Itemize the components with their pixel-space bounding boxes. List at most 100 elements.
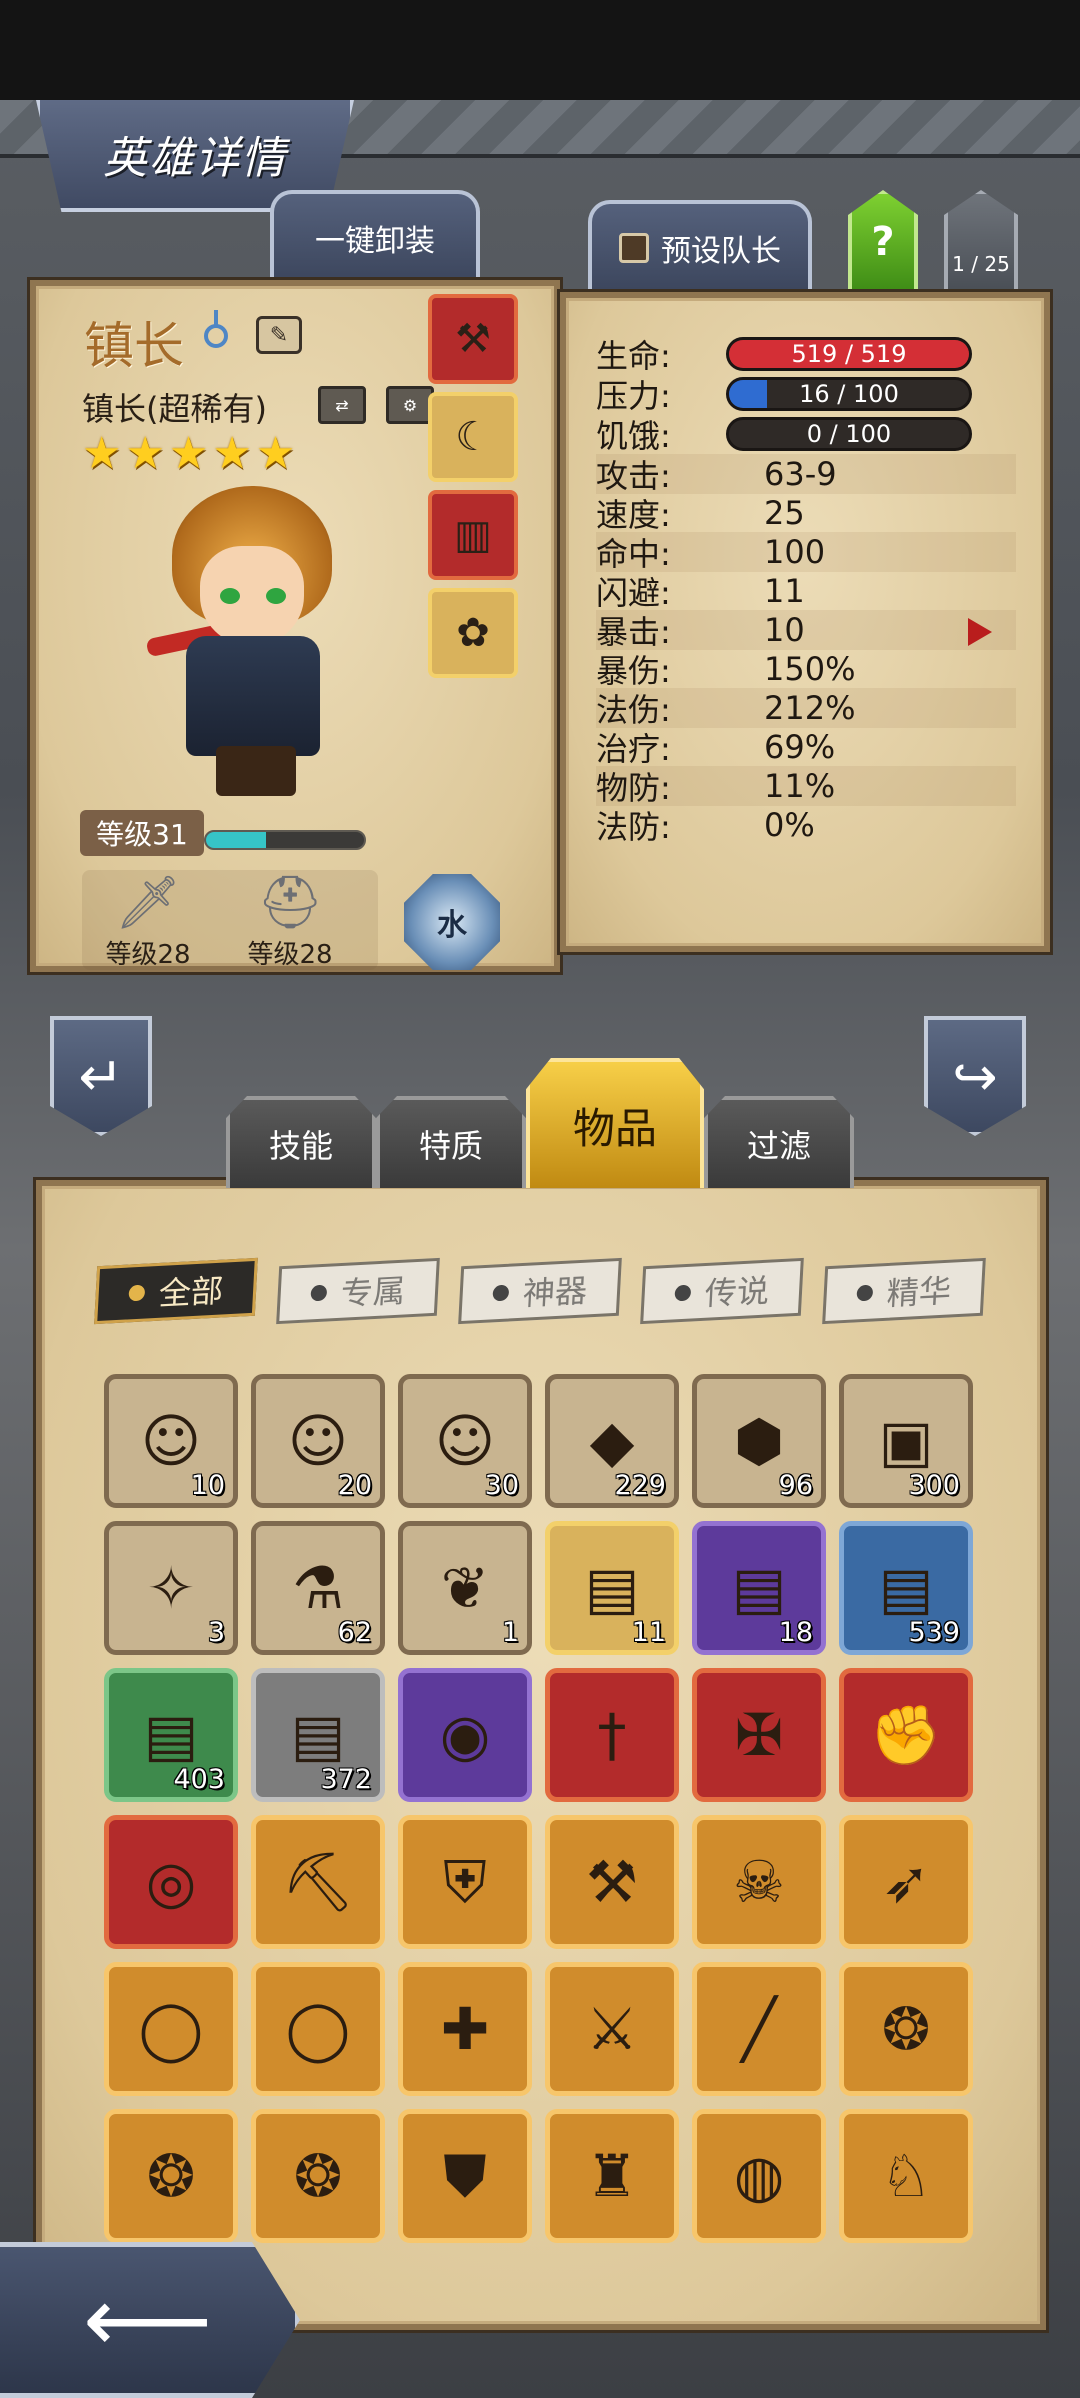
inventory-item[interactable]: ⚒ bbox=[545, 1815, 679, 1949]
inventory-item[interactable]: ⚗ 62 bbox=[251, 1521, 385, 1655]
tab-skills-label: 技能 bbox=[268, 1127, 333, 1165]
tab-traits[interactable]: 特质 bbox=[376, 1096, 526, 1188]
inventory-item[interactable]: ☠ bbox=[692, 1815, 826, 1949]
inventory-item[interactable]: ✊ bbox=[839, 1668, 973, 1802]
voodoo-doll-icon: ♘ bbox=[880, 2142, 932, 2210]
ruby-ring-icon: ◯ bbox=[138, 1995, 204, 2063]
skull-cloak-icon: ☠ bbox=[733, 1848, 785, 1916]
tab-filter-label: 过滤 bbox=[746, 1127, 811, 1165]
life-value: 519 / 519 bbox=[791, 340, 907, 368]
filter-exclusive[interactable]: 专属 bbox=[276, 1257, 440, 1325]
inventory-item[interactable]: ✠ bbox=[692, 1668, 826, 1802]
battle-axe-icon: ⚒ bbox=[586, 1848, 638, 1916]
inventory-item[interactable]: ✚ bbox=[398, 1962, 532, 2096]
filter-legend[interactable]: 传说 bbox=[640, 1257, 804, 1325]
equipment-slot[interactable]: ⚒ bbox=[428, 294, 518, 384]
tab-filter[interactable]: 过滤 bbox=[704, 1096, 854, 1188]
feather-icon: ❦ bbox=[440, 1554, 490, 1622]
inventory-item[interactable]: ◯ bbox=[104, 1962, 238, 2096]
tab-items[interactable]: 物品 bbox=[526, 1058, 704, 1188]
chest-icon: ▤ bbox=[878, 1554, 934, 1622]
unequip-all-button[interactable]: 一键卸装 bbox=[270, 190, 480, 282]
arrow-right-icon: ↪ bbox=[952, 1044, 998, 1108]
sword-icon: † bbox=[597, 1701, 627, 1769]
star-icon: ★ bbox=[212, 428, 252, 479]
inventory-item[interactable]: ⛊ bbox=[398, 2109, 532, 2243]
life-bar: 519 / 519 bbox=[726, 337, 972, 371]
inventory-item[interactable]: ❂ bbox=[839, 1962, 973, 2096]
filter-all[interactable]: 全部 bbox=[94, 1257, 258, 1325]
stat-value: 10 bbox=[764, 611, 805, 649]
filter-artifact-dot bbox=[492, 1284, 510, 1302]
gear-upgrades: 🗡 等级28 ⛑ 等级28 bbox=[82, 870, 378, 970]
male-gender-icon bbox=[204, 310, 228, 348]
class-swap-icon[interactable]: ⇄ bbox=[318, 386, 366, 424]
preset-leader-toggle[interactable]: 预设队长 bbox=[588, 200, 812, 292]
star-icon: ★ bbox=[255, 428, 296, 479]
equipment-slot[interactable]: ✿ bbox=[428, 588, 518, 678]
inventory-item[interactable]: † bbox=[545, 1668, 679, 1802]
winged-amulet-icon: ❂ bbox=[881, 1995, 931, 2063]
status-bar bbox=[0, 0, 1080, 100]
weapon-upgrade[interactable]: 🗡 等级28 bbox=[88, 870, 208, 971]
inventory-item[interactable]: ❂ bbox=[251, 2109, 385, 2243]
filter-all-dot bbox=[128, 1284, 146, 1302]
filter-essence-dot bbox=[856, 1284, 874, 1302]
preset-leader-checkbox[interactable] bbox=[619, 233, 649, 263]
inventory-item[interactable]: ✧ 3 bbox=[104, 1521, 238, 1655]
inventory-item[interactable]: ⛏ bbox=[251, 1815, 385, 1949]
inventory-item[interactable]: ⬢ 96 bbox=[692, 1374, 826, 1508]
inventory-item[interactable]: ☺ 20 bbox=[251, 1374, 385, 1508]
element-label: 水 bbox=[437, 908, 467, 943]
inventory-item[interactable]: ◆ 229 bbox=[545, 1374, 679, 1508]
inventory-item[interactable]: ❂ bbox=[104, 2109, 238, 2243]
inventory-item[interactable]: ◉ bbox=[398, 1668, 532, 1802]
equipment-slot[interactable]: ☾ bbox=[428, 392, 518, 482]
red-book-icon: ▥ bbox=[454, 512, 492, 558]
inventory-item[interactable]: ▤ 18 bbox=[692, 1521, 826, 1655]
item-count: 229 bbox=[614, 1470, 666, 1501]
stat-hunger: 饥饿: 0 / 100 bbox=[596, 414, 1016, 455]
filter-exclusive-dot bbox=[310, 1284, 328, 1302]
inventory-item[interactable]: ▤ 11 bbox=[545, 1521, 679, 1655]
hero-info-panel: 镇长 ✎ 镇长(超稀有) ⇄ ⚙ ★ ★ ★ ★ ★ ⚒ ☾ ▥ ✿ 等级31 🗡 等级28 … bbox=[30, 280, 560, 972]
inventory-item[interactable]: ╱ bbox=[692, 1962, 826, 2096]
inventory-item[interactable]: ◯ bbox=[251, 1962, 385, 2096]
stat-row: 速度: 25 bbox=[596, 493, 1016, 534]
inventory-item[interactable]: ◍ bbox=[692, 2109, 826, 2243]
inventory-item[interactable]: ▤ 403 bbox=[104, 1668, 238, 1802]
inventory-item[interactable]: ♘ bbox=[839, 2109, 973, 2243]
inventory-item[interactable]: ☺ 10 bbox=[104, 1374, 238, 1508]
hunger-value: 0 / 100 bbox=[806, 420, 892, 448]
rename-edit-icon[interactable]: ✎ bbox=[256, 316, 302, 354]
filter-all-label: 全部 bbox=[157, 1271, 225, 1313]
equipment-slot[interactable]: ▥ bbox=[428, 490, 518, 580]
lineage-icon[interactable]: ⚙ bbox=[386, 386, 434, 424]
inventory-item[interactable]: ♜ bbox=[545, 2109, 679, 2243]
inventory-item[interactable]: ▣ 300 bbox=[839, 1374, 973, 1508]
inventory-item[interactable]: ⛨ bbox=[398, 1815, 532, 1949]
back-button[interactable]: ⟵ bbox=[0, 2242, 300, 2398]
ruby-ring-icon: ◯ bbox=[285, 1995, 351, 2063]
inventory-item[interactable]: ➶ bbox=[839, 1815, 973, 1949]
water-element-badge[interactable]: 水 bbox=[404, 874, 500, 970]
armor-upgrade[interactable]: ⛑ 等级28 bbox=[230, 870, 350, 971]
inventory-item[interactable]: ☺ 30 bbox=[398, 1374, 532, 1508]
tab-items-label: 物品 bbox=[572, 1103, 657, 1153]
filter-artifact[interactable]: 神器 bbox=[458, 1257, 622, 1325]
chest-icon: ▤ bbox=[584, 1554, 640, 1622]
stats-expand-arrow-icon[interactable] bbox=[968, 618, 992, 646]
staff-icon: ╱ bbox=[741, 1995, 777, 2063]
inventory-item[interactable]: ⚔ bbox=[545, 1962, 679, 2096]
stat-value: 11 bbox=[764, 572, 805, 610]
filter-essence[interactable]: 精华 bbox=[822, 1257, 986, 1325]
stat-value: 11% bbox=[764, 767, 836, 805]
tab-skills[interactable]: 技能 bbox=[226, 1096, 376, 1188]
inventory-item[interactable]: ❦ 1 bbox=[398, 1521, 532, 1655]
sword-upgrade-icon: 🗡 bbox=[114, 872, 181, 933]
stat-value: 150% bbox=[764, 650, 856, 688]
shield-icon: ⛊ bbox=[443, 2141, 487, 2210]
inventory-item[interactable]: ▤ 539 bbox=[839, 1521, 973, 1655]
inventory-item[interactable]: ◎ bbox=[104, 1815, 238, 1949]
inventory-item[interactable]: ▤ 372 bbox=[251, 1668, 385, 1802]
